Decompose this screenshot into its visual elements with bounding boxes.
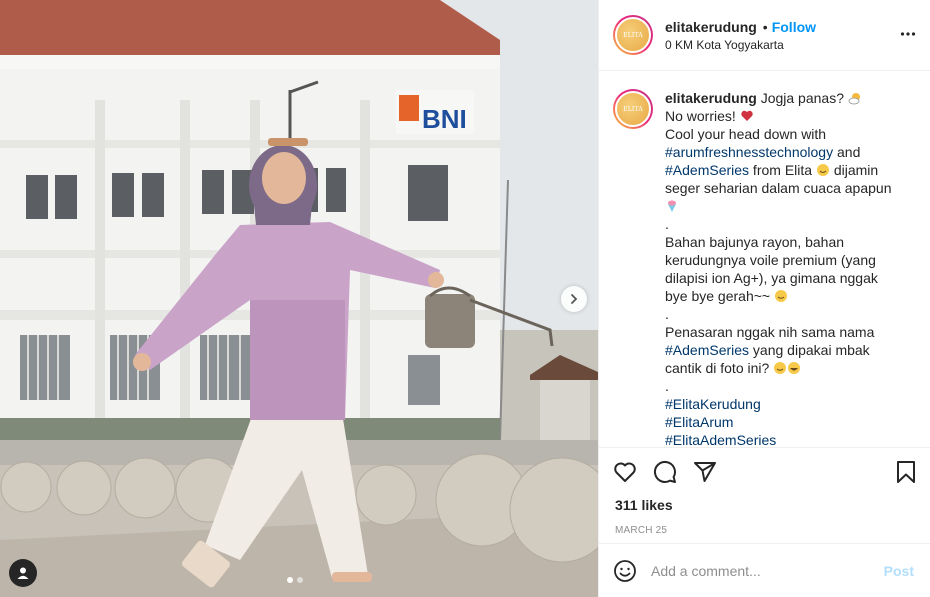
sun-behind-cloud-icon [848, 93, 860, 105]
post-details-panel: ELITA elitakerudung • Follow 0 KM Kota Y… [598, 0, 930, 597]
likes-count[interactable]: 311 likes [599, 495, 930, 519]
avatar-logo-text: ELITA [623, 105, 643, 113]
caption-text: cantik di foto ini? [665, 360, 774, 376]
caption-avatar[interactable]: ELITA [613, 89, 653, 129]
caption-text: dijamin [829, 162, 879, 178]
caption-text: Jogja panas? [760, 90, 848, 106]
bookmark-icon[interactable] [894, 460, 918, 484]
caption-text: kerudungnya voile premium (yang [665, 252, 876, 268]
caption-text: and [833, 144, 861, 160]
heart-emoji-icon [740, 110, 753, 121]
avatar-image: ELITA [615, 91, 651, 127]
rolling-laughing-icon [788, 362, 801, 374]
hashtag-link[interactable]: #AdemSeries [665, 342, 749, 358]
add-comment-bar: Post [599, 543, 930, 597]
post-header: ELITA elitakerudung • Follow 0 KM Kota Y… [599, 0, 930, 71]
tagged-users-button[interactable] [9, 559, 37, 587]
caption-text: . [665, 216, 669, 232]
grinning-face-icon [816, 164, 829, 176]
caption-text: yang dipakai mbak [749, 342, 870, 358]
shaved-ice-icon [668, 200, 676, 212]
heart-icon[interactable] [613, 460, 637, 484]
post-actions [599, 447, 930, 495]
emoji-icon[interactable] [613, 559, 637, 583]
carousel-dot [287, 577, 293, 583]
caption-text: from Elita [749, 162, 816, 178]
post-caption: elitakerudung Jogja panas? No worries! C… [665, 89, 899, 447]
hashtag-link[interactable]: #ElitaArum [665, 414, 733, 430]
caption-text: Cool your head down with [665, 126, 827, 142]
follow-button[interactable]: Follow [772, 19, 816, 35]
carousel-indicator [287, 577, 303, 583]
hashtag-link[interactable]: #AdemSeries [665, 162, 749, 178]
caption-text: dilapisi ion Ag+), ya gimana nggak [665, 270, 878, 286]
avatar-image: ELITA [615, 17, 651, 53]
comment-input[interactable] [651, 562, 884, 579]
hashtag-link[interactable]: #ElitaAdemSeries [665, 432, 776, 447]
post-date[interactable]: MARCH 25 [599, 519, 930, 543]
hashtag-link[interactable]: #ElitaKerudung [665, 396, 761, 412]
caption-text: Bahan bajunya rayon, bahan [665, 234, 845, 250]
caption-username[interactable]: elitakerudung [665, 90, 757, 106]
photo-scene: BNI [0, 0, 598, 597]
avatar[interactable]: ELITA [613, 15, 653, 55]
caption-text: . [665, 306, 669, 322]
chevron-right-icon [571, 294, 578, 304]
caption-text: seger seharian dalam cuaca apapun [665, 180, 892, 196]
carousel-next-button[interactable] [561, 286, 587, 312]
bni-sign-text: BNI [422, 104, 467, 134]
carousel-dot [297, 577, 303, 583]
comment-icon[interactable] [653, 460, 677, 484]
post-photo[interactable]: BNI [0, 0, 598, 597]
post-comment-button[interactable]: Post [884, 563, 914, 579]
location-link[interactable]: 0 KM Kota Yogyakarta [665, 38, 816, 52]
separator-bullet: • [762, 18, 768, 35]
caption-text: . [665, 378, 669, 394]
username-link[interactable]: elitakerudung [665, 19, 757, 35]
user-tag-icon [17, 567, 29, 579]
hashtag-link[interactable]: #arumfreshnesstechnology [665, 144, 833, 160]
more-options-icon[interactable] [900, 26, 916, 42]
caption-text: bye bye gerah~~ [665, 288, 774, 304]
share-icon[interactable] [693, 460, 717, 484]
caption-text: Penasaran nggak nih sama nama [665, 324, 875, 340]
smiling-face-icon [774, 362, 787, 374]
comments-area[interactable]: ELITA elitakerudung Jogja panas? No worr… [599, 71, 930, 447]
smiling-face-icon [774, 290, 787, 302]
avatar-logo-text: ELITA [623, 31, 643, 39]
caption-text: No worries! [665, 108, 740, 124]
